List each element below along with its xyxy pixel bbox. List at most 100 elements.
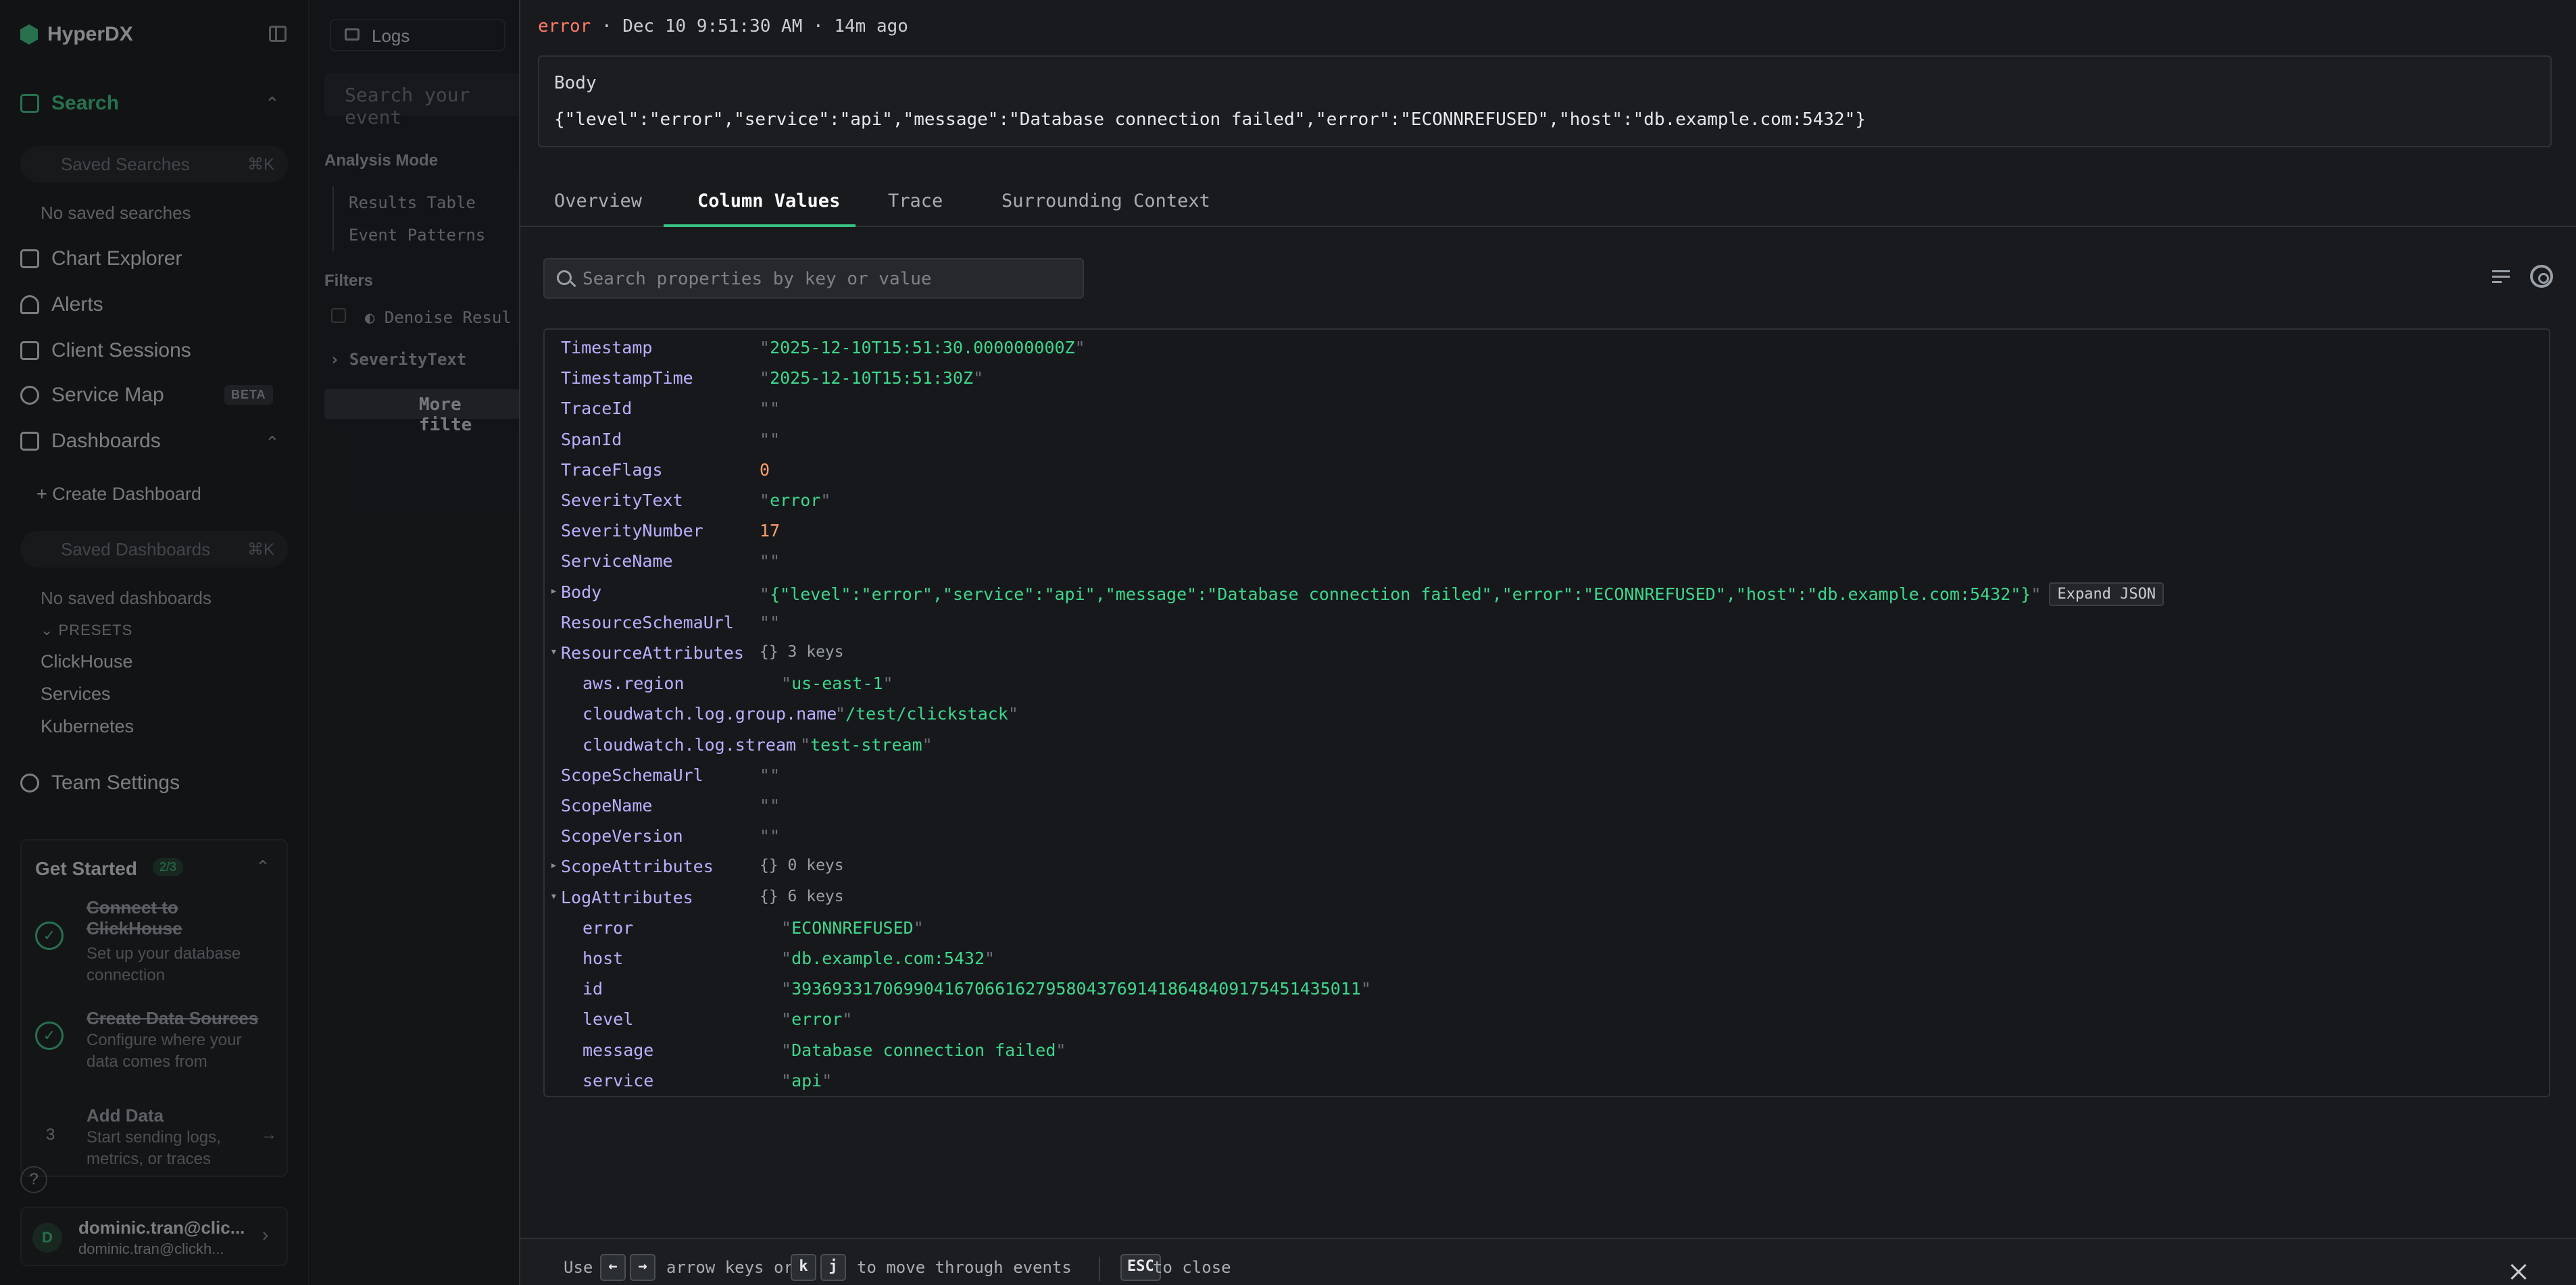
presets-header[interactable]: ⌄ PRESETS xyxy=(41,622,132,639)
property-key: ResourceAttributes xyxy=(561,643,744,663)
table-row[interactable]: ScopeName "" xyxy=(545,793,2545,824)
caret-right-icon[interactable]: ▸ xyxy=(550,858,558,872)
app-logo[interactable]: HyperDX xyxy=(20,23,133,46)
preset-services[interactable]: Services xyxy=(41,684,111,705)
table-row[interactable]: host "db.example.com:5432" xyxy=(545,946,2545,976)
expand-json-button[interactable]: Expand JSON xyxy=(2049,582,2164,606)
table-row[interactable]: ScopeSchemaUrl "" xyxy=(545,763,2545,793)
tab-column-values[interactable]: Column Values xyxy=(697,191,840,211)
nav-chart-explorer[interactable]: Chart Explorer xyxy=(20,247,182,270)
property-search-input[interactable]: Search properties by key or value xyxy=(543,258,1084,299)
source-selector[interactable]: Logs xyxy=(330,19,505,51)
chevron-up-icon[interactable]: ⌃ xyxy=(265,432,280,453)
step-connect-clickhouse[interactable]: ✓ Connect to ClickHouse Set up your data… xyxy=(35,897,278,985)
nav-dashboards[interactable]: Dashboards xyxy=(20,430,161,453)
table-row[interactable]: ▾ LogAttributes {} 6 keys xyxy=(545,885,2545,915)
chevron-up-icon[interactable]: ⌃ xyxy=(265,93,280,114)
nav-client-sessions-label: Client Sessions xyxy=(51,339,191,361)
table-row[interactable]: TraceId "" xyxy=(545,396,2545,426)
caret-down-icon[interactable]: ▾ xyxy=(550,889,558,903)
nav-team-settings[interactable]: Team Settings xyxy=(20,772,180,795)
gear-icon xyxy=(20,774,39,792)
gear-icon[interactable] xyxy=(2530,265,2553,288)
active-tab-indicator xyxy=(664,224,856,227)
caret-down-icon[interactable]: ▾ xyxy=(550,645,558,659)
hint-close-text: to close xyxy=(1153,1258,1231,1277)
table-row[interactable]: SeverityNumber 17 xyxy=(545,518,2545,549)
table-row[interactable]: message "Database connection failed" xyxy=(545,1038,2545,1068)
no-saved-dashboards: No saved dashboards xyxy=(41,588,212,608)
separator: · xyxy=(813,16,824,36)
table-row[interactable]: aws.region "us-east-1" xyxy=(545,671,2545,701)
property-key: Timestamp xyxy=(561,338,653,357)
table-row[interactable]: ▸ Body "{"level":"error","service":"api","… xyxy=(545,580,2545,610)
property-key: SeverityText xyxy=(561,490,683,510)
preset-kubernetes[interactable]: Kubernetes xyxy=(41,716,134,737)
tab-surrounding-context[interactable]: Surrounding Context xyxy=(1001,191,1210,211)
table-row[interactable]: error "ECONNREFUSED" xyxy=(545,915,2545,946)
saved-dashboards-input[interactable]: Saved Dashboards ⌘K xyxy=(20,531,288,568)
table-row[interactable]: SeverityText "error" xyxy=(545,488,2545,518)
table-row[interactable]: Timestamp "2025-12-10T15:51:30.000000000Z… xyxy=(545,335,2545,366)
caret-right-icon[interactable]: ▸ xyxy=(550,584,558,598)
property-value-text: us-east-1 xyxy=(791,674,883,694)
table-row[interactable]: cloudwatch.log.stream "test-stream" xyxy=(545,732,2545,763)
hint-use: Use xyxy=(564,1258,593,1277)
property-value: "" xyxy=(760,796,781,815)
nav-alerts[interactable]: Alerts xyxy=(20,293,103,316)
step-desc: Configure where your data comes from xyxy=(86,1031,242,1071)
collapse-sidebar-icon[interactable] xyxy=(269,26,287,42)
property-key: service xyxy=(583,1070,654,1090)
bell-icon xyxy=(20,295,39,314)
laptop-icon xyxy=(20,341,39,360)
close-icon[interactable] xyxy=(2508,1262,2529,1282)
help-button[interactable]: ? xyxy=(20,1166,47,1193)
table-row[interactable]: SpanId "" xyxy=(545,427,2545,457)
check-icon: ✓ xyxy=(35,1022,64,1050)
presets-label: PRESETS xyxy=(58,622,133,638)
table-row[interactable]: TraceFlags 0 xyxy=(545,457,2545,488)
tab-overview[interactable]: Overview xyxy=(554,191,642,211)
saved-searches-input[interactable]: Saved Searches ⌘K xyxy=(20,146,288,182)
k-key: k xyxy=(791,1254,816,1281)
denoise-checkbox[interactable] xyxy=(331,308,346,323)
step-title: Add Data xyxy=(86,1105,164,1126)
user-menu[interactable]: D dominic.tran@clic... dominic.tran@clic… xyxy=(20,1207,288,1266)
severity-filter[interactable]: › SeverityText xyxy=(330,350,466,369)
preset-clickhouse[interactable]: ClickHouse xyxy=(41,651,133,672)
detail-tabs: Overview Column Values Trace Surrounding… xyxy=(520,180,2576,227)
step-desc: Set up your database connection xyxy=(86,944,241,984)
more-filters-button[interactable]: More filte xyxy=(324,389,520,435)
tab-trace[interactable]: Trace xyxy=(888,191,943,211)
table-icon xyxy=(20,94,39,113)
analysis-mode-label: Analysis Mode xyxy=(324,151,439,170)
nav-client-sessions[interactable]: Client Sessions xyxy=(20,339,191,362)
property-key: ResourceSchemaUrl xyxy=(561,612,734,632)
step-create-sources[interactable]: ✓ Create Data Sources Configure where yo… xyxy=(35,1008,278,1089)
search-icon xyxy=(557,270,572,285)
nav-dashboards-label: Dashboards xyxy=(51,430,161,452)
dashboard-icon xyxy=(20,432,39,451)
nav-service-map[interactable]: Service Map xyxy=(20,384,164,407)
table-row[interactable]: ServiceName "" xyxy=(545,549,2545,579)
table-row[interactable]: service "api" xyxy=(545,1068,2545,1099)
step-add-data[interactable]: 3 Add Data Start sending logs, metrics, … xyxy=(35,1105,278,1173)
chevron-up-icon[interactable]: ⌃ xyxy=(255,857,270,878)
table-row[interactable]: cloudwatch.log.group.name "/test/clicksta… xyxy=(545,701,2545,732)
table-row[interactable]: ScopeVersion "" xyxy=(545,824,2545,854)
create-dashboard-button[interactable]: + Create Dashboard xyxy=(36,484,201,505)
table-row[interactable]: ▾ ResourceAttributes {} 3 keys xyxy=(545,640,2545,671)
wrap-lines-icon[interactable] xyxy=(2491,265,2514,288)
event-patterns-option[interactable]: Event Patterns xyxy=(349,226,485,245)
table-row[interactable]: TimestampTime "2025-12-10T15:51:30Z" xyxy=(545,366,2545,396)
table-row[interactable]: id "3936933170699041670661627958043769141… xyxy=(545,976,2545,1007)
table-row[interactable]: ResourceSchemaUrl "" xyxy=(545,610,2545,640)
results-table-option[interactable]: Results Table xyxy=(349,193,476,212)
table-row[interactable]: level "error" xyxy=(545,1007,2545,1037)
table-row[interactable]: ▸ ScopeAttributes {} 0 keys xyxy=(545,854,2545,884)
event-search-input[interactable]: Search your event xyxy=(324,73,520,128)
nav-search[interactable]: Search xyxy=(20,92,119,115)
body-label: Body xyxy=(554,73,597,93)
property-value: "ECONNREFUSED" xyxy=(781,917,924,938)
property-value: "{"level":"error","service":"api","messa… xyxy=(760,582,2164,606)
